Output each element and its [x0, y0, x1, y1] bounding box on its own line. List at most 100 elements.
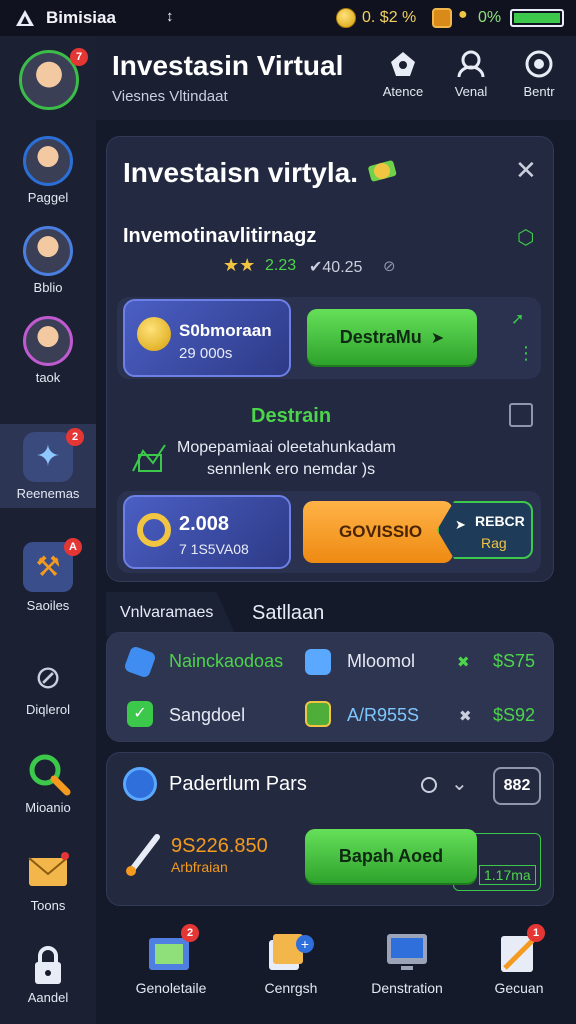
market-list: Nainckaodoas Mloomol ✖ $S75 ✓ Sangdoel A… — [106, 632, 554, 742]
bottom-nav-cenrgsh[interactable]: + Cenrgsh — [236, 930, 346, 996]
portfolio-badge[interactable]: 882 — [493, 767, 541, 805]
tools-badge: A — [64, 538, 82, 556]
sidebar-item-profile[interactable]: 7 — [0, 44, 96, 128]
modal-subtitle: Invemotinavlitirnagz — [123, 225, 317, 247]
sidebar-item-label: Toons — [30, 898, 66, 913]
portfolio-label: Arbfraian — [171, 859, 228, 875]
gamepad-icon — [388, 50, 418, 78]
header-action-label: Bentr — [523, 84, 555, 99]
ring-coin-icon — [137, 513, 171, 547]
brush-icon — [123, 831, 163, 877]
app-header: Investasin Virtual Viesnes Vltindaat Ate… — [96, 36, 576, 120]
sidebar-item-saoiles[interactable]: ⚒ A Saoiles — [0, 536, 96, 616]
sidebar-item-paggel[interactable]: Paggel — [0, 134, 96, 214]
portfolio-cta-label: Bapah Aoed — [338, 846, 444, 866]
app-name: Bimisiaa — [46, 8, 116, 27]
bottom-nav-label: Gecuan — [494, 980, 544, 996]
info-icon[interactable]: ⊘ — [383, 257, 396, 275]
sidebar-item-label: Paggel — [27, 190, 69, 205]
deal-tag-line2: Rag — [481, 535, 507, 551]
bottom-nav-denstration[interactable]: Denstration — [352, 930, 462, 996]
app-logo-icon — [14, 8, 36, 28]
deal-value: 2.008 — [179, 513, 230, 535]
sidebar-item-bblio[interactable]: Bblio — [0, 224, 96, 304]
tablet-icon[interactable] — [509, 403, 533, 427]
offer-cta-label: DestraMu — [339, 327, 422, 347]
radio-icon[interactable] — [421, 777, 437, 793]
tab-left-label: Vnlvaramaes — [120, 604, 214, 621]
no-entry-icon: ⊘ — [34, 659, 62, 695]
monitor-icon — [381, 930, 433, 974]
sparkle-badge: 2 — [66, 428, 84, 446]
sidebar-item-label: taok — [35, 370, 61, 385]
deal-tag-line1: REBCR — [475, 513, 525, 529]
bottom-nav-genoletaile[interactable]: 2 Genoletaile — [116, 924, 226, 996]
sidebar-item-reenemas[interactable]: ✦ 2 Reenemas — [0, 424, 96, 508]
bottom-nav-label: Cenrgsh — [264, 980, 318, 996]
deal-panel[interactable]: 2.008 7 1S5VA08 — [123, 495, 291, 569]
shield-blue-icon — [123, 767, 157, 801]
sidebar-item-aandel[interactable]: Aandel — [0, 936, 96, 1016]
sidebar-item-diqlerol[interactable]: ⊘ Diqlerol — [0, 646, 96, 726]
more-icon[interactable]: ⋮ — [517, 343, 535, 364]
status-percent-left: 0. $2 % — [362, 9, 417, 26]
tab-right-label: Satllaan — [252, 602, 325, 624]
offer-panel[interactable]: S0bmoraan 29 000s — [123, 299, 291, 377]
hex-icon[interactable]: ⬡ — [517, 225, 534, 250]
sidebar: 7 Paggel Bblio taok ✦ 2 Reenemas ⚒ A Sao… — [0, 36, 96, 1024]
portfolio-cta-button[interactable]: Bapah Aoed — [305, 829, 477, 883]
market-item-name[interactable]: A/R955S — [347, 705, 419, 726]
signal-icon: ↕ — [166, 8, 174, 25]
svg-text:+: + — [301, 936, 309, 952]
bottom-nav-label: Genoletaile — [135, 980, 207, 996]
description-line2: sennlenk ero nemdar )s — [207, 461, 376, 478]
section-title: Destrain — [251, 405, 332, 427]
folder-badge: 2 — [181, 924, 199, 942]
cube-stack-icon — [305, 649, 331, 675]
cursor-icon: ➤ — [430, 330, 445, 347]
market-item-name[interactable]: Sangdoel — [169, 705, 245, 726]
tab-right[interactable]: Satllaan — [240, 592, 440, 636]
documents-add-icon: + — [265, 930, 317, 974]
deal-cta-label: GOVISSIO — [339, 522, 423, 541]
header-action-bentr[interactable]: Bentr — [504, 50, 574, 99]
sidebar-item-taok[interactable]: taok — [0, 314, 96, 394]
cancel-mark-icon[interactable]: ✖ — [457, 653, 470, 671]
header-action-venal[interactable]: Venal — [436, 50, 506, 99]
close-icon[interactable]: ✕ — [515, 155, 537, 186]
bottom-nav-gecuan[interactable]: 1 Gecuan — [464, 924, 574, 996]
offer-cta-button[interactable]: DestraMu ➤ — [307, 309, 477, 365]
market-item-name[interactable]: Mloomol — [347, 651, 415, 672]
sidebar-item-label: Aandel — [27, 990, 69, 1005]
sidebar-item-label: Mioanio — [25, 800, 71, 815]
header-action-atence[interactable]: Atence — [368, 50, 438, 99]
clipboard-icon: 1 — [493, 924, 545, 974]
cancel-mark-icon[interactable]: ✖ — [459, 707, 472, 725]
description-line1: Mopepamiaai oleetahunkadam — [177, 439, 396, 456]
portfolio-mini: 1.17ma — [479, 865, 536, 885]
portfolio-value: 9S226.850 — [171, 835, 268, 857]
chip-green-icon — [305, 701, 331, 727]
deal-tag[interactable]: REBCR ➤ Rag — [437, 501, 533, 559]
market-item-value: $S75 — [493, 651, 536, 671]
sidebar-item-toons[interactable]: Toons — [0, 840, 96, 920]
mail-icon — [23, 846, 73, 896]
money-icon — [365, 153, 399, 187]
portfolio-card: Padertlum Pars ⌄ 882 9S226.850 Arbfraian… — [106, 752, 554, 906]
sidebar-item-mioanio[interactable]: Mioanio — [0, 742, 96, 822]
modal-title: Investaisn virtyla. — [123, 157, 359, 188]
offer-name: S0bmoraan — [179, 321, 272, 340]
deal-cta-button[interactable]: GOVISSIO — [303, 501, 453, 563]
sidebar-item-label: Diqlerol — [25, 702, 71, 717]
deal-sub: 7 1S5VA08 — [179, 541, 249, 557]
profile-badge: 7 — [70, 48, 88, 66]
chevron-down-icon[interactable]: ⌄ — [451, 771, 468, 796]
sidebar-item-label: Reenemas — [16, 486, 80, 501]
market-item-name[interactable]: Nainckaodoas — [169, 651, 283, 672]
edit-icon[interactable]: ➚ — [511, 309, 524, 329]
avatar-hat-icon — [23, 226, 73, 276]
header-action-label: Venal — [454, 84, 488, 99]
tab-left[interactable]: Vnlvaramaes — [106, 592, 236, 636]
lock-icon — [23, 942, 73, 992]
user-icon — [456, 50, 486, 78]
